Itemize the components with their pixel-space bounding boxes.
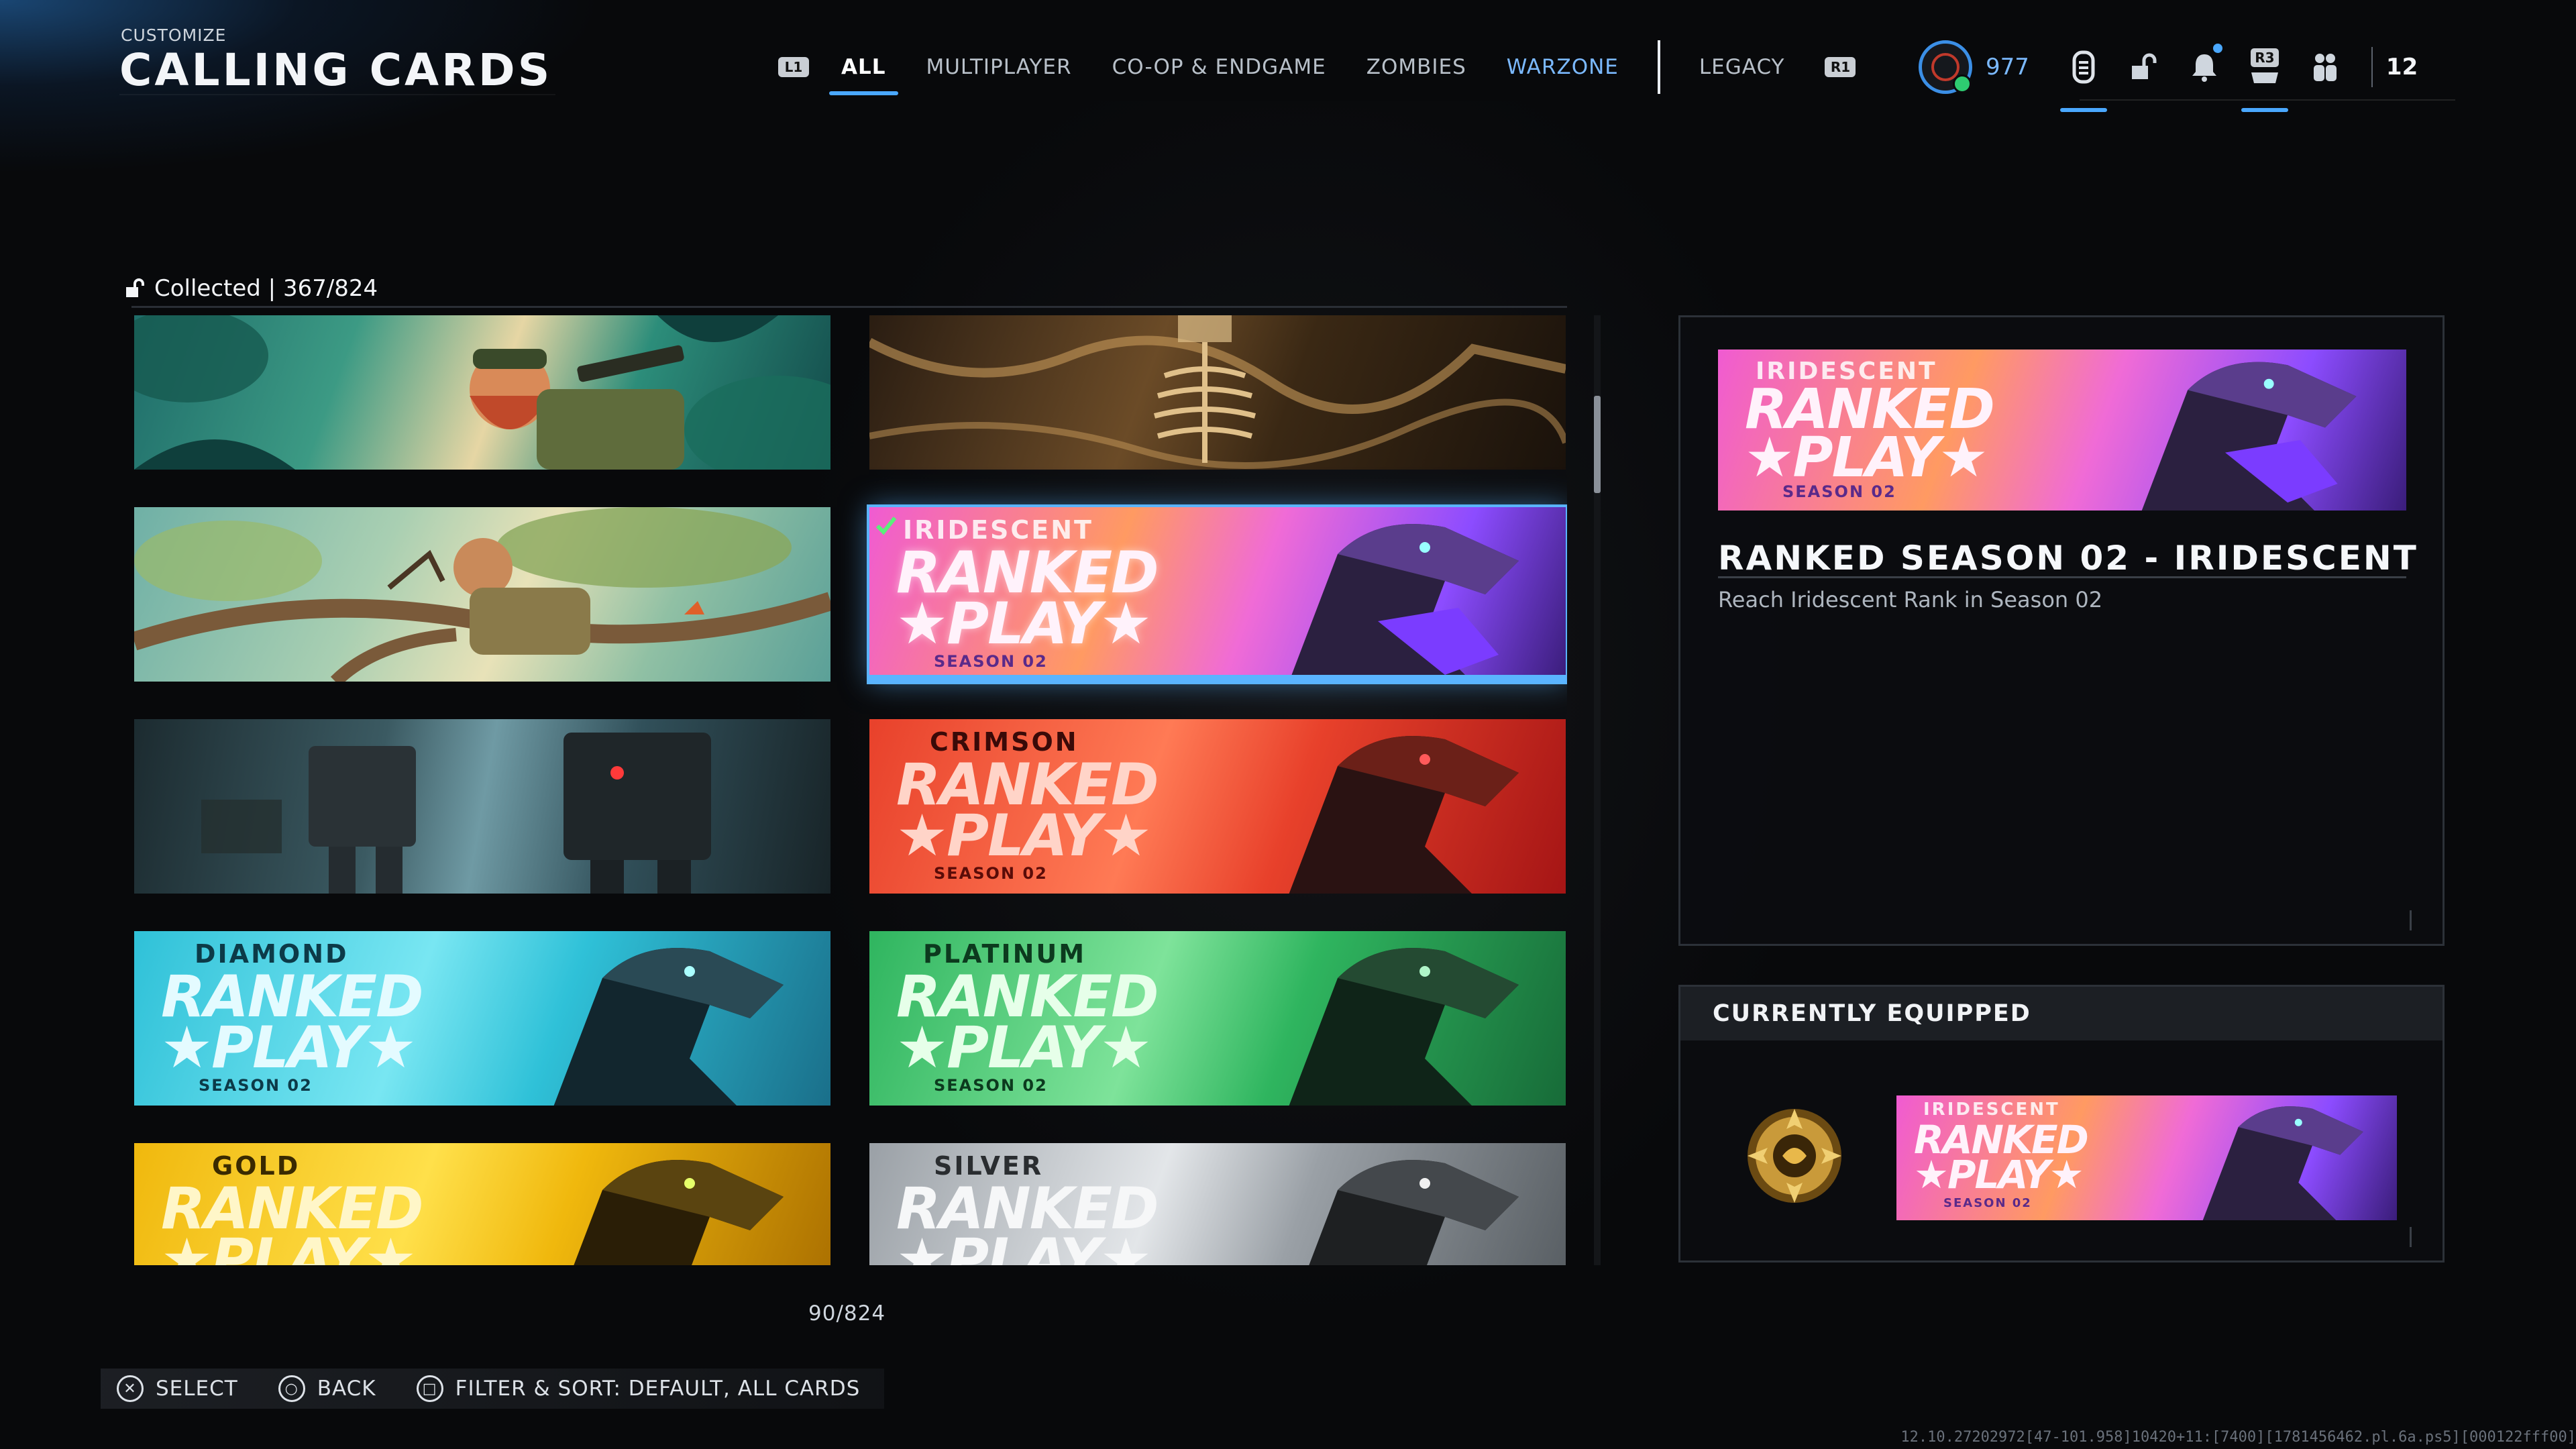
panel-corner-mark <box>2410 910 2425 930</box>
raptor-art <box>574 1160 784 1265</box>
calling-card-skeleton[interactable] <box>869 315 1566 470</box>
header-section-label: CUSTOMIZE <box>121 25 227 45</box>
header-underline <box>119 94 555 95</box>
calling-card-crimson[interactable]: CRIMSON RANKED ★PLAY★ SEASON 02 <box>869 719 1566 894</box>
mechs-art <box>201 733 711 894</box>
raptor-art <box>1289 736 1519 894</box>
status-underline <box>2080 99 2455 101</box>
unlocked-lock-icon <box>126 278 144 297</box>
r3-social-icon[interactable]: R3 <box>2237 40 2292 112</box>
card-season: SEASON 02 <box>199 1076 313 1095</box>
cod-points: 977 <box>1986 54 2029 80</box>
card-detail-title: RANKED SEASON 02 - IRIDESCENT <box>1718 539 2418 578</box>
calling-card-grid: IRIDESCENT RANKED ★PLAY★ SEASON 02 CRIMSO… <box>134 315 1567 1265</box>
raptor-art <box>2202 1106 2363 1220</box>
cross-button-icon: ✕ <box>117 1375 144 1402</box>
grid-top-divider <box>131 306 1567 308</box>
card-ranked-text: RANKED ★PLAY★ <box>896 963 1159 1081</box>
calling-card-gold[interactable]: GOLD RANKED ★PLAY★ <box>134 1143 830 1265</box>
card-season: SEASON 02 <box>934 652 1048 671</box>
tab-warzone[interactable]: WARZONE <box>1507 55 1619 79</box>
card-ranked-text: RANKED ★PLAY★ <box>161 1175 424 1265</box>
currently-equipped-panel: CURRENTLY EQUIPPED IRIDESCENT RANKED ★PLA… <box>1678 985 2445 1263</box>
filter-sort-hint[interactable]: □ FILTER & SORT: DEFAULT, ALL CARDS <box>416 1375 861 1402</box>
party-count: 12 <box>2385 54 2418 80</box>
raptor-art <box>553 948 784 1106</box>
equipped-card-ranked-text: RANKED ★PLAY★ <box>1914 1117 2089 1197</box>
tab-all[interactable]: ALL <box>829 55 898 95</box>
equipped-check-icon <box>875 517 897 535</box>
grid-scrollbar-thumb[interactable] <box>1594 396 1601 493</box>
calling-card-iridescent[interactable]: IRIDESCENT RANKED ★PLAY★ SEASON 02 <box>869 507 1566 682</box>
r3-label: R3 <box>2251 48 2279 67</box>
preview-ranked-text: RANKED ★PLAY★ <box>1745 378 1995 490</box>
player-rank-icon[interactable] <box>1919 40 1972 94</box>
l1-bumper-icon[interactable]: L1 <box>778 57 809 77</box>
card-season: SEASON 02 <box>934 1076 1048 1095</box>
calling-card-diamond[interactable]: DIAMOND RANKED ★PLAY★ SEASON 02 <box>134 931 830 1106</box>
tab-legacy[interactable]: LEGACY <box>1699 55 1785 79</box>
collected-counter: Collected | 367/824 <box>125 275 378 302</box>
circle-button-icon: ○ <box>278 1375 305 1402</box>
commando-art <box>134 315 830 470</box>
tab-coop-endgame[interactable]: CO-OP & ENDGAME <box>1112 55 1326 79</box>
raptor-art <box>1309 1160 1519 1265</box>
skeleton-art <box>869 315 1566 469</box>
tab-multiplayer[interactable]: MULTIPLAYER <box>926 55 1072 79</box>
raptor-art <box>2141 362 2357 511</box>
party-icon[interactable] <box>2298 40 2353 95</box>
square-button-icon: □ <box>416 1375 443 1402</box>
select-hint[interactable]: ✕ SELECT <box>117 1375 238 1402</box>
selection-indicator <box>869 675 1566 682</box>
panel-corner-mark <box>2410 1227 2425 1247</box>
card-detail-divider <box>1718 576 2406 578</box>
page-title: CALLING CARDS <box>119 44 553 96</box>
card-detail-preview: IRIDESCENT RANKED ★PLAY★ SEASON 02 <box>1718 350 2406 511</box>
online-status-icon <box>1953 74 1972 93</box>
notification-dot <box>2212 44 2222 53</box>
preview-season: SEASON 02 <box>1782 482 1896 501</box>
emblem-icon[interactable] <box>1741 1102 1848 1210</box>
slingshot-art <box>134 507 830 682</box>
card-detail-panel: IRIDESCENT RANKED ★PLAY★ SEASON 02 RANKED… <box>1678 315 2445 946</box>
calling-card-platinum[interactable]: PLATINUM RANKED ★PLAY★ SEASON 02 <box>869 931 1566 1106</box>
card-position-counter: 90/824 <box>808 1301 886 1326</box>
store-icon[interactable] <box>2056 40 2111 112</box>
status-bar: 977 R3 12 <box>1919 34 2455 112</box>
card-ranked-text: RANKED ★PLAY★ <box>896 539 1159 657</box>
calling-card-jungle-commando[interactable] <box>134 315 830 470</box>
button-hints-bar: ✕ SELECT ○ BACK □ FILTER & SORT: DEFAULT… <box>101 1368 885 1409</box>
card-season: SEASON 02 <box>934 864 1048 883</box>
equipped-card-season: SEASON 02 <box>1943 1196 2032 1210</box>
tab-zombies[interactable]: ZOMBIES <box>1366 55 1466 79</box>
card-ranked-text: RANKED ★PLAY★ <box>896 751 1159 869</box>
r1-bumper-icon[interactable]: R1 <box>1825 57 1856 77</box>
collected-label: Collected | 367/824 <box>154 275 378 302</box>
card-ranked-text: RANKED ★PLAY★ <box>896 1175 1159 1265</box>
build-version: 12.10.27202972[47-101.958]10420+11:[7400… <box>1900 1429 2576 1446</box>
back-hint[interactable]: ○ BACK <box>278 1375 376 1402</box>
equipped-calling-card[interactable]: IRIDESCENT RANKED ★PLAY★ SEASON 02 <box>1896 1095 2397 1220</box>
card-ranked-text: RANKED ★PLAY★ <box>161 963 424 1081</box>
currently-equipped-title: CURRENTLY EQUIPPED <box>1713 1000 2031 1027</box>
category-tabs: L1 ALL MULTIPLAYER CO-OP & ENDGAME ZOMBI… <box>778 40 1856 95</box>
unlock-icon[interactable] <box>2116 40 2171 95</box>
nav-divider <box>1657 40 1660 94</box>
raptor-art <box>1289 948 1519 1106</box>
calling-card-slingshot-tree[interactable] <box>134 507 830 682</box>
raptor-art <box>1289 524 1519 682</box>
card-detail-description: Reach Iridescent Rank in Season 02 <box>1718 587 2103 612</box>
calling-card-silver[interactable]: SILVER RANKED ★PLAY★ <box>869 1143 1566 1265</box>
notifications-icon[interactable] <box>2177 40 2232 95</box>
status-divider <box>2371 47 2373 87</box>
calling-card-mechs[interactable] <box>134 719 830 894</box>
